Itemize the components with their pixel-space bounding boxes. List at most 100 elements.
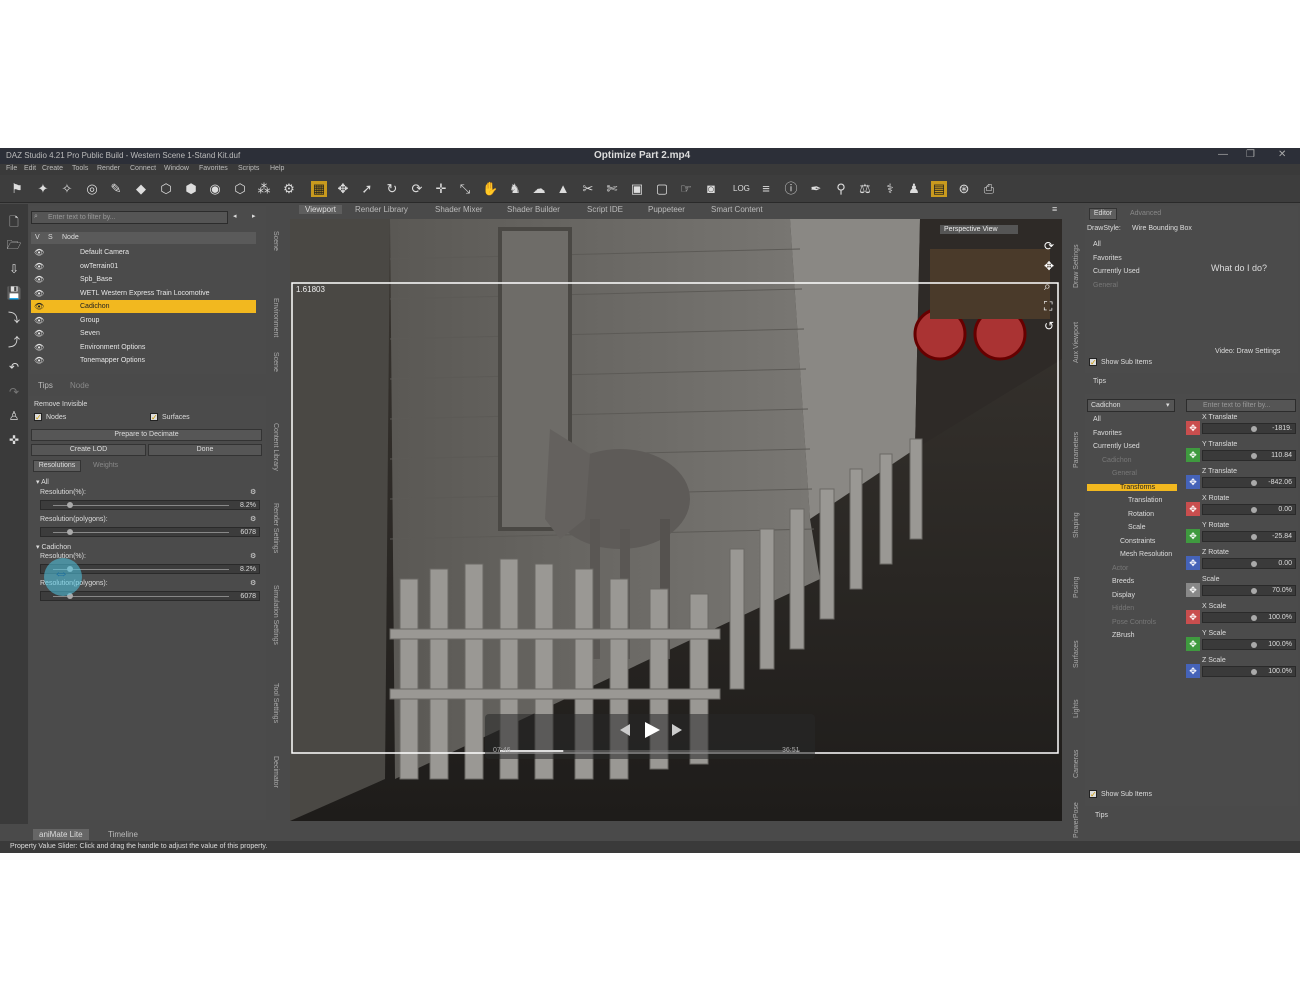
property-slider[interactable]: Y Scale ✥ 100.0% (1184, 630, 1298, 657)
region-icon[interactable]: ◉ (207, 181, 223, 197)
parameter-group[interactable]: Transforms (1087, 483, 1177, 491)
nodes-checkbox[interactable]: ✓ (34, 413, 42, 422)
property-value-slider[interactable]: 100.0% (1202, 639, 1296, 650)
property-slider[interactable]: Z Translate ✥ -842.06 (1184, 468, 1298, 495)
parameter-group[interactable]: Hidden (1112, 605, 1134, 612)
universal-tool-icon[interactable]: ✥ (335, 181, 351, 197)
side-tab-right[interactable]: Aux Viewport (1073, 322, 1080, 363)
gear-icon[interactable]: ⚙ (250, 579, 256, 587)
eye-icon[interactable]: 👁 (34, 354, 44, 367)
parameter-group[interactable]: General (1112, 470, 1137, 477)
side-tab-right[interactable]: Surfaces (1073, 640, 1080, 668)
menu-tools[interactable]: Tools (72, 165, 88, 172)
menu-favorites[interactable]: Favorites (199, 165, 228, 172)
property-slider[interactable]: Y Translate ✥ 110.84 (1184, 441, 1298, 468)
tab-viewport-6[interactable]: Smart Content (711, 205, 763, 214)
scatter-icon[interactable]: ⁂ (256, 181, 272, 197)
tab-viewport-1[interactable]: Render Library (355, 205, 408, 214)
parameter-group[interactable]: All (1093, 416, 1101, 423)
zoom-icon[interactable]: ⌕ (1044, 279, 1051, 294)
camera-render-icon[interactable]: ▢ (654, 181, 670, 197)
property-slider[interactable]: Z Scale ✥ 100.0% (1184, 657, 1298, 684)
scene-node-row[interactable]: 👁 Seven (31, 327, 256, 340)
show-sub-items-checkbox[interactable]: ✓ (1089, 358, 1097, 367)
menu-file[interactable]: File (6, 165, 17, 172)
cube-icon[interactable]: ⬡ (232, 181, 248, 197)
orbit-icon[interactable]: ⟳ (1044, 239, 1054, 253)
eye-icon[interactable]: 👁 (34, 273, 44, 286)
parameter-group[interactable]: Pose Controls (1112, 619, 1156, 626)
twist-tool-icon[interactable]: ⟳ (409, 181, 425, 197)
video-draw-settings-link[interactable]: Video: Draw Settings (1215, 348, 1280, 355)
new-file-icon[interactable]: 🗋 (6, 214, 22, 230)
minimize-button[interactable]: — (1218, 149, 1228, 160)
export-file-icon[interactable]: ⤴ (6, 334, 22, 350)
tab-viewport-4[interactable]: Script IDE (587, 205, 623, 214)
property-value-slider[interactable]: 110.84 (1202, 450, 1296, 461)
scene-node-row[interactable]: 👁 Spb_Base (31, 273, 256, 286)
timeline-icon[interactable]: ▤ (931, 181, 947, 197)
spotrender-icon[interactable]: ✂ (580, 181, 596, 197)
surfaces-checkbox[interactable]: ✓ (150, 413, 158, 422)
node-weight-icon[interactable]: ◎ (84, 181, 100, 197)
scene-node-row[interactable]: 👁 Cadichon (31, 300, 256, 313)
joint-icon[interactable]: ⚲ (833, 181, 849, 197)
scene-node-row[interactable]: 👁 Default Camera (31, 246, 256, 259)
polygon-icon[interactable]: ⬡ (158, 181, 174, 197)
undo-icon[interactable]: ↶ (6, 359, 22, 375)
redo-icon[interactable]: ↷ (6, 384, 22, 400)
property-value-slider[interactable]: 0.00 (1202, 504, 1296, 515)
eye-icon[interactable]: 👁 (34, 314, 44, 327)
tab-viewport-3[interactable]: Shader Builder (507, 205, 560, 214)
translate-tool-icon[interactable]: ✛ (433, 181, 449, 197)
slider-knob[interactable] (1251, 426, 1257, 432)
tab-tips[interactable]: Tips (38, 381, 53, 390)
tab-advanced[interactable]: Advanced (1130, 210, 1161, 217)
arrow-right-icon[interactable]: ▸ (252, 212, 256, 220)
draw-settings-item[interactable]: General (1093, 282, 1118, 289)
scene-node-row[interactable]: 👁 Tonemapper Options (31, 354, 256, 367)
weight-icon[interactable]: ⚖ (857, 181, 873, 197)
parameter-group[interactable]: Rotation (1128, 511, 1154, 518)
property-value-slider[interactable]: 0.00 (1202, 558, 1296, 569)
reset-icon[interactable]: ↺ (1044, 319, 1054, 333)
import-icon[interactable]: ⤵ (6, 310, 22, 326)
parameter-group[interactable]: Constraints (1120, 538, 1155, 545)
export-icon[interactable]: ⎙ (981, 181, 997, 197)
parameter-group[interactable]: ZBrush (1112, 632, 1135, 639)
slider-knob[interactable] (1251, 561, 1257, 567)
side-tab[interactable]: Render Settings (272, 503, 279, 553)
side-tab-right[interactable]: Parameters (1073, 432, 1080, 468)
image-edit-icon[interactable]: ▣ (629, 181, 645, 197)
tab-weights[interactable]: Weights (93, 462, 118, 469)
tab-resolutions[interactable]: Resolutions (33, 460, 81, 472)
walk-icon[interactable]: ♟ (906, 181, 922, 197)
property-value-slider[interactable]: -842.06 (1202, 477, 1296, 488)
active-pose-icon[interactable]: ✋ (482, 181, 498, 197)
side-tab-right[interactable]: PowerPose (1073, 802, 1080, 838)
merge-icon[interactable]: ⇩ (6, 261, 22, 277)
scene-search-input[interactable]: Enter text to filter by... (31, 211, 228, 224)
geometry-select-icon[interactable]: ⬢ (183, 181, 199, 197)
figure-tool-icon[interactable]: ♙ (6, 408, 22, 424)
slider-knob[interactable] (1251, 480, 1257, 486)
menu-window[interactable]: Window (164, 165, 189, 172)
side-tab-right[interactable]: Posing (1073, 577, 1080, 598)
eye-icon[interactable]: 👁 (34, 287, 44, 300)
parameter-group[interactable]: Display (1112, 592, 1135, 599)
morph-icon[interactable]: ✒ (808, 181, 824, 197)
joint-editor-icon[interactable]: ✧ (59, 181, 75, 197)
camera-icon[interactable]: ◙ (703, 181, 719, 197)
menu-help[interactable]: Help (270, 165, 284, 172)
frame-icon[interactable]: ⛶ (1044, 299, 1052, 314)
tab-tips-draw[interactable]: Tips (1093, 378, 1106, 385)
all-res-pct-slider[interactable]: 8.2% (40, 500, 260, 510)
scene-node-row[interactable]: 👁 Environment Options (31, 341, 256, 354)
property-value-slider[interactable]: -25.84 (1202, 531, 1296, 542)
info-icon[interactable]: ⓘ (783, 181, 799, 197)
figure-icon[interactable]: ♞ (507, 181, 523, 197)
property-slider[interactable]: Y Rotate ✥ -25.84 (1184, 522, 1298, 549)
property-value-slider[interactable]: -1819. (1202, 423, 1296, 434)
side-tab-right[interactable]: Draw Settings (1073, 244, 1080, 288)
property-slider[interactable]: Scale ✥ 70.0% (1184, 576, 1298, 603)
